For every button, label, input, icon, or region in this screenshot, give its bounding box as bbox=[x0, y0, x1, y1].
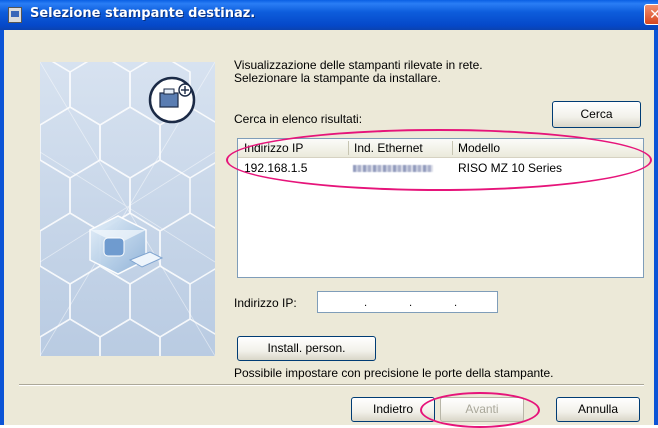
instruction-line-1: Visualizzazione delle stampanti rilevate… bbox=[234, 58, 483, 72]
printer-list-header: Indirizzo IP Ind. Ethernet Modello bbox=[238, 139, 643, 158]
ip-address-label: Indirizzo IP: bbox=[234, 296, 297, 310]
cancel-button[interactable]: Annulla bbox=[556, 397, 640, 422]
column-header-ethernet[interactable]: Ind. Ethernet bbox=[354, 141, 423, 155]
custom-install-button[interactable]: Install. person. bbox=[237, 336, 376, 361]
column-divider[interactable] bbox=[452, 141, 453, 155]
close-button[interactable]: ✕ bbox=[644, 4, 658, 25]
window-frame-left bbox=[0, 30, 4, 425]
next-button[interactable]: Avanti bbox=[440, 397, 524, 422]
ip-address-input[interactable]: . . . bbox=[317, 291, 498, 313]
instruction-line-2: Selezionare la stampante da installare. bbox=[234, 71, 441, 85]
ip-octet-separator: . bbox=[364, 298, 368, 309]
footer-divider bbox=[19, 384, 644, 386]
printer-model-cell: RISO MZ 10 Series bbox=[458, 161, 563, 175]
column-divider[interactable] bbox=[348, 141, 349, 155]
ip-octet-separator: . bbox=[454, 298, 458, 309]
search-label: Cerca in elenco risultati: bbox=[234, 112, 363, 126]
network-illustration bbox=[40, 62, 215, 356]
window-title: Selezione stampante destinaz. bbox=[30, 6, 256, 21]
back-button[interactable]: Indietro bbox=[351, 397, 435, 422]
column-header-ip[interactable]: Indirizzo IP bbox=[244, 141, 303, 155]
ip-octet-separator: . bbox=[409, 298, 413, 309]
printer-ip-cell: 192.168.1.5 bbox=[244, 161, 308, 175]
column-header-model[interactable]: Modello bbox=[458, 141, 500, 155]
title-bar: Selezione stampante destinaz. ✕ bbox=[0, 0, 658, 30]
app-icon bbox=[8, 7, 22, 23]
printer-list[interactable]: Indirizzo IP Ind. Ethernet Modello 192.1… bbox=[237, 138, 644, 278]
custom-install-description: Possibile impostare con precisione le po… bbox=[234, 366, 554, 380]
printer-ethernet-cell-redacted bbox=[353, 165, 433, 172]
search-button[interactable]: Cerca bbox=[552, 101, 641, 128]
hexagon-pattern-graphic bbox=[40, 62, 215, 356]
window-frame-right bbox=[654, 30, 658, 425]
